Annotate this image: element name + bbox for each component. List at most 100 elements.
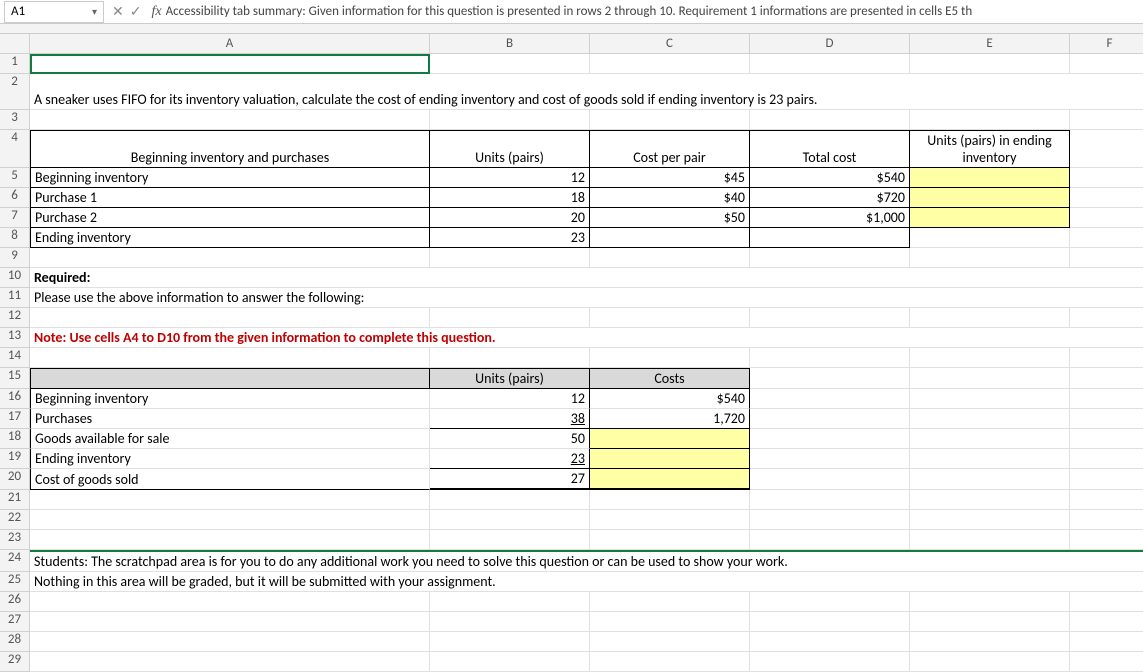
row-header[interactable]: 11 — [0, 288, 30, 308]
cell[interactable] — [590, 592, 750, 612]
chevron-down-icon[interactable]: ▾ — [92, 5, 97, 18]
cell-C7[interactable]: $50 — [590, 208, 750, 228]
cell[interactable] — [1070, 228, 1143, 248]
cell-A17[interactable]: Purchases — [30, 409, 430, 429]
cell[interactable] — [30, 110, 430, 130]
cell-B6[interactable]: 18 — [430, 188, 590, 208]
cell[interactable] — [910, 308, 1070, 328]
cell-A4[interactable]: Beginning inventory and purchases — [30, 130, 430, 168]
row-header[interactable]: 26 — [0, 592, 30, 612]
cell-B19[interactable]: 23 — [430, 449, 590, 469]
cell-A20[interactable]: Cost of goods sold — [30, 469, 430, 490]
col-header-D[interactable]: D — [750, 34, 910, 54]
cell-B4[interactable]: Units (pairs) — [430, 130, 590, 168]
cell[interactable] — [910, 54, 1070, 74]
row-header[interactable]: 28 — [0, 632, 30, 652]
cell-C16[interactable]: $540 — [590, 389, 750, 409]
cell[interactable] — [1070, 409, 1143, 429]
cell[interactable] — [750, 54, 910, 74]
cell[interactable] — [1070, 449, 1143, 469]
spreadsheet-grid[interactable]: A B C D E F G H I 1 2 A sneaker uses FIF… — [0, 34, 1143, 672]
cell[interactable] — [30, 592, 430, 612]
cell[interactable] — [910, 389, 1070, 409]
enter-icon[interactable]: ✓ — [130, 3, 142, 20]
cell[interactable] — [750, 110, 910, 130]
cell-A15[interactable] — [30, 368, 430, 389]
cell[interactable] — [30, 348, 430, 368]
cell[interactable] — [1070, 510, 1143, 530]
cell-C4[interactable]: Cost per pair — [590, 130, 750, 168]
row-header[interactable]: 12 — [0, 308, 30, 328]
cell[interactable] — [910, 449, 1070, 469]
cell[interactable] — [750, 409, 910, 429]
row-header[interactable]: 7 — [0, 208, 30, 228]
row-header[interactable]: 5 — [0, 168, 30, 188]
cell[interactable] — [750, 490, 910, 510]
cell-C5[interactable]: $45 — [590, 168, 750, 188]
cell[interactable] — [30, 530, 430, 550]
cell[interactable] — [430, 490, 590, 510]
cell[interactable] — [750, 652, 910, 672]
cell[interactable] — [910, 652, 1070, 672]
cell[interactable] — [430, 652, 590, 672]
row-header[interactable]: 1 — [0, 54, 30, 74]
cell[interactable] — [750, 592, 910, 612]
cell[interactable] — [750, 248, 910, 268]
cell[interactable] — [750, 612, 910, 632]
cell-B17[interactable]: 38 — [430, 409, 590, 429]
cell-B16[interactable]: 12 — [430, 389, 590, 409]
row-header[interactable]: 6 — [0, 188, 30, 208]
cell-D6[interactable]: $720 — [750, 188, 910, 208]
cell-E5[interactable] — [910, 168, 1070, 188]
cell[interactable] — [910, 348, 1070, 368]
cell[interactable] — [590, 490, 750, 510]
cell-A6[interactable]: Purchase 1 — [30, 188, 430, 208]
name-box[interactable]: A1 ▾ — [4, 1, 104, 23]
row-header[interactable]: 25 — [0, 572, 30, 592]
row-header[interactable]: 3 — [0, 110, 30, 130]
cell[interactable] — [430, 54, 590, 74]
row-header[interactable]: 14 — [0, 348, 30, 368]
cell-A1[interactable] — [30, 54, 430, 74]
cell[interactable] — [750, 510, 910, 530]
cell[interactable] — [910, 469, 1070, 490]
cell-C8[interactable] — [590, 228, 750, 248]
cell[interactable] — [430, 632, 590, 652]
cell[interactable] — [30, 490, 430, 510]
cell[interactable] — [590, 348, 750, 368]
cell[interactable] — [30, 510, 430, 530]
cell[interactable] — [750, 449, 910, 469]
row-header[interactable]: 19 — [0, 449, 30, 469]
cell-C6[interactable]: $40 — [590, 188, 750, 208]
row-header[interactable]: 24 — [0, 550, 30, 572]
cell[interactable] — [30, 652, 430, 672]
row-header[interactable]: 18 — [0, 429, 30, 449]
cell[interactable] — [1070, 248, 1143, 268]
cell[interactable] — [910, 110, 1070, 130]
cell[interactable] — [1070, 208, 1143, 228]
row-header[interactable]: 29 — [0, 652, 30, 672]
cell[interactable] — [1070, 469, 1143, 490]
cell[interactable] — [750, 429, 910, 449]
cell-A18[interactable]: Goods available for sale — [30, 429, 430, 449]
cell-B5[interactable]: 12 — [430, 168, 590, 188]
cell-A16[interactable]: Beginning inventory — [30, 389, 430, 409]
cell[interactable] — [910, 248, 1070, 268]
cell[interactable] — [750, 632, 910, 652]
cell-A10[interactable]: Required: — [30, 268, 1143, 288]
cell[interactable] — [750, 389, 910, 409]
cell[interactable] — [1070, 368, 1143, 389]
cell-A25[interactable]: Nothing in this area will be graded, but… — [30, 572, 1143, 592]
cell-A19[interactable]: Ending inventory — [30, 449, 430, 469]
cell-B20[interactable]: 27 — [430, 469, 590, 490]
cell[interactable] — [1070, 110, 1143, 130]
cell[interactable] — [430, 592, 590, 612]
cell[interactable] — [1070, 429, 1143, 449]
row-header[interactable]: 16 — [0, 389, 30, 409]
cancel-icon[interactable]: ✕ — [112, 3, 124, 20]
cell-D5[interactable]: $540 — [750, 168, 910, 188]
cell[interactable] — [910, 530, 1070, 550]
cell[interactable] — [590, 248, 750, 268]
col-header-B[interactable]: B — [430, 34, 590, 54]
cell[interactable] — [750, 308, 910, 328]
